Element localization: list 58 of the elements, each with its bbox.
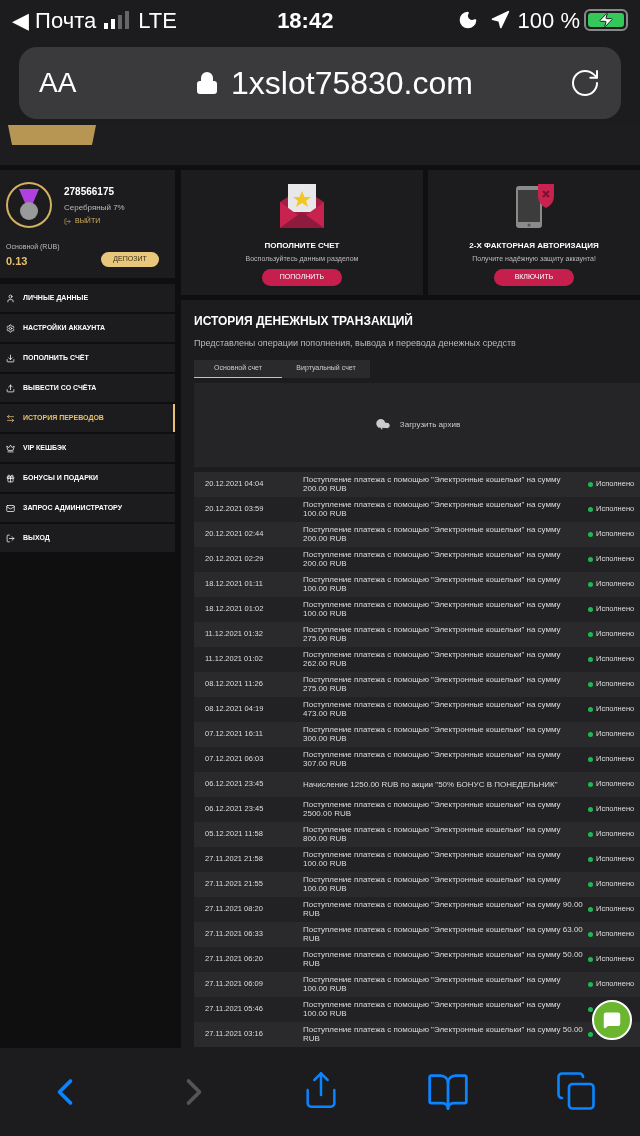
- location-arrow-icon: [489, 10, 510, 30]
- transaction-description: Поступление платежа с помощью "Электронные кошельки" на сумму 100.00 RUB: [303, 600, 562, 618]
- battery-percent: 100 %: [517, 6, 580, 35]
- reload-icon[interactable]: [569, 67, 601, 99]
- transaction-description: Поступление платежа с помощью "Электронные кошельки" на сумму 473.00 RUB: [303, 700, 562, 718]
- transaction-description: Поступление платежа с помощью "Электронные кошельки" на сумму 275.00 RUB: [303, 675, 562, 693]
- transaction-description: Начисление 1250.00 RUB по акции "50% БОНУС В ПОНЕДЕЛЬНИК": [303, 779, 559, 789]
- mail-icon: [6, 503, 15, 513]
- history-title: ИСТОРИЯ ДЕНЕЖНЫХ ТРАНЗАКЦИЙ: [194, 312, 414, 330]
- envelope-icon: [278, 182, 326, 230]
- lock-icon: [195, 71, 220, 95]
- text-size-button[interactable]: AA: [39, 62, 99, 104]
- transaction-description: Поступление платежа с помощью "Электронные кошельки" на сумму 100.00 RUB: [303, 875, 562, 893]
- logo-icon: [8, 125, 96, 145]
- transaction-description: Поступление платежа с помощью "Электронные кошельки" на сумму 800.00 RUB: [303, 825, 562, 843]
- transaction-description: Поступление платежа с помощью "Электронные кошельки" на сумму 300.00 RUB: [303, 725, 562, 743]
- address-bar[interactable]: AA 1xslot75830.com: [19, 47, 621, 119]
- transaction-description: Поступление платежа с помощью "Электронные кошельки" на сумму 200.00 RUB: [303, 475, 562, 493]
- transaction-description: Поступление платежа с помощью "Электронные кошельки" на сумму 90.00 RUB: [303, 900, 584, 918]
- transaction-description: Поступление платежа с помощью "Электронные кошельки" на сумму 100.00 RUB: [303, 975, 562, 993]
- clock: 18:42: [276, 6, 335, 35]
- transaction-description: Поступление платежа с помощью "Электронные кошельки" на сумму 50.00 RUB: [303, 950, 584, 968]
- gears-icon: [6, 323, 15, 333]
- medal-avatar: [6, 182, 52, 228]
- promo-title: 2-Х ФАКТОРНАЯ АВТОРИЗАЦИЯ: [469, 240, 599, 252]
- transaction-description: Поступление платежа с помощью "Электронные кошельки" на сумму 63.00 RUB: [303, 925, 584, 943]
- upload-icon: [6, 383, 15, 393]
- history-subtitle: Представлены операции пополнения, вывода и перевода денежных средств: [194, 337, 517, 350]
- transaction-description: Поступление платежа с помощью "Электронные кошельки" на сумму 50.00 RUB: [303, 1025, 584, 1043]
- transaction-description: Поступление платежа с помощью "Электронные кошельки" на сумму 100.00 RUB: [303, 1000, 562, 1018]
- transaction-description: Поступление платежа с помощью "Электронные кошельки" на сумму 100.00 RUB: [303, 850, 562, 868]
- transfer-icon: [6, 413, 15, 423]
- network-label: LTE: [138, 6, 177, 35]
- transaction-description: Поступление платежа с помощью "Электронные кошельки" на сумму 100.00 RUB: [303, 575, 562, 593]
- moon-icon: [457, 10, 478, 30]
- transaction-description: Поступление платежа с помощью "Электронные кошельки" на сумму 2500.00 RUB: [303, 800, 562, 818]
- transaction-description: Поступление платежа с помощью "Электронные кошельки" на сумму 307.00 RUB: [303, 750, 562, 768]
- logout-icon: [64, 217, 71, 225]
- gift-icon: [6, 473, 15, 483]
- transaction-description: Поступление платежа с помощью "Электронные кошельки" на сумму 200.00 RUB: [303, 525, 562, 543]
- transaction-description: Поступление платежа с помощью "Электронные кошельки" на сумму 200.00 RUB: [303, 550, 562, 568]
- download-archive-button[interactable]: Загрузить архив: [373, 415, 461, 434]
- exit-icon: [6, 533, 15, 543]
- transaction-description: Поступление платежа с помощью "Электронные кошельки" на сумму 262.00 RUB: [303, 650, 562, 668]
- promo-title: ПОПОЛНИТЕ СЧЕТ: [264, 240, 340, 252]
- loyalty-level: Серебряный 7%: [64, 202, 125, 214]
- transaction-description: Поступление платежа с помощью "Электронные кошельки" на сумму 275.00 RUB: [303, 625, 562, 643]
- user-icon: [6, 293, 15, 303]
- tabs-icon[interactable]: [555, 1070, 598, 1112]
- download-icon: [6, 353, 15, 363]
- account-id: 278566175: [64, 185, 116, 199]
- balance-amount: 0.13: [6, 253, 29, 269]
- chat-icon: [603, 1011, 621, 1029]
- transaction-description: Поступление платежа с помощью "Электронные кошельки" на сумму 100.00 RUB: [303, 500, 562, 518]
- url-text: 1xslot75830.com: [231, 64, 473, 103]
- back-to-app-link[interactable]: ◀ Почта: [12, 3, 97, 37]
- signal-icon: [104, 11, 131, 29]
- crown-icon: [6, 443, 15, 453]
